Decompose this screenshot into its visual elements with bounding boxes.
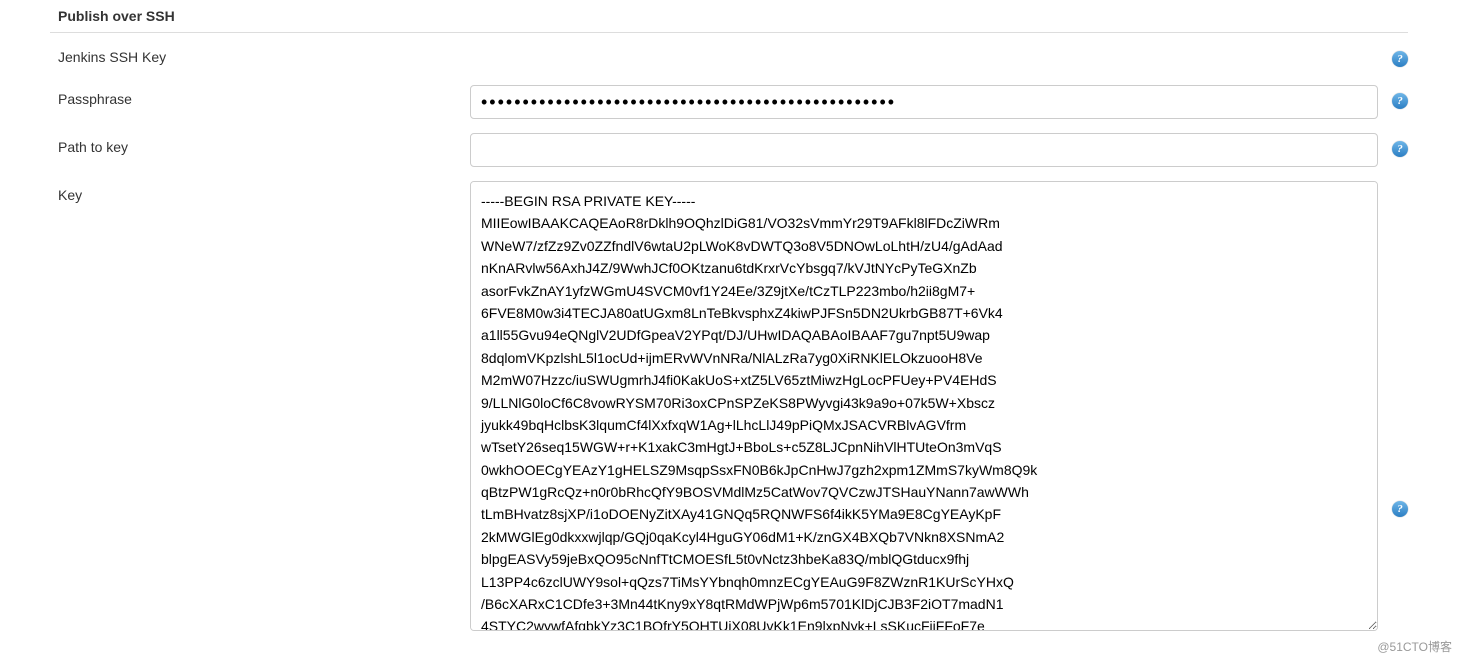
section-title: Publish over SSH <box>50 0 1408 33</box>
help-icon[interactable]: ? <box>1392 93 1408 109</box>
jenkins-ssh-key-row: Jenkins SSH Key ? <box>50 43 1408 71</box>
passphrase-label: Passphrase <box>50 85 470 113</box>
passphrase-input[interactable] <box>470 85 1378 119</box>
key-textarea[interactable]: -----BEGIN RSA PRIVATE KEY----- MIIEowIB… <box>470 181 1378 631</box>
help-icon[interactable]: ? <box>1392 501 1408 517</box>
key-label: Key <box>50 181 470 209</box>
passphrase-row: Passphrase ? <box>50 85 1408 119</box>
watermark: @51CTO博客 <box>1377 638 1452 655</box>
help-icon[interactable]: ? <box>1392 51 1408 67</box>
path-to-key-label: Path to key <box>50 133 470 161</box>
path-to-key-input[interactable] <box>470 133 1378 167</box>
help-icon[interactable]: ? <box>1392 141 1408 157</box>
jenkins-ssh-key-label: Jenkins SSH Key <box>50 43 470 71</box>
key-row: Key -----BEGIN RSA PRIVATE KEY----- MIIE… <box>50 181 1408 631</box>
path-to-key-row: Path to key ? <box>50 133 1408 167</box>
